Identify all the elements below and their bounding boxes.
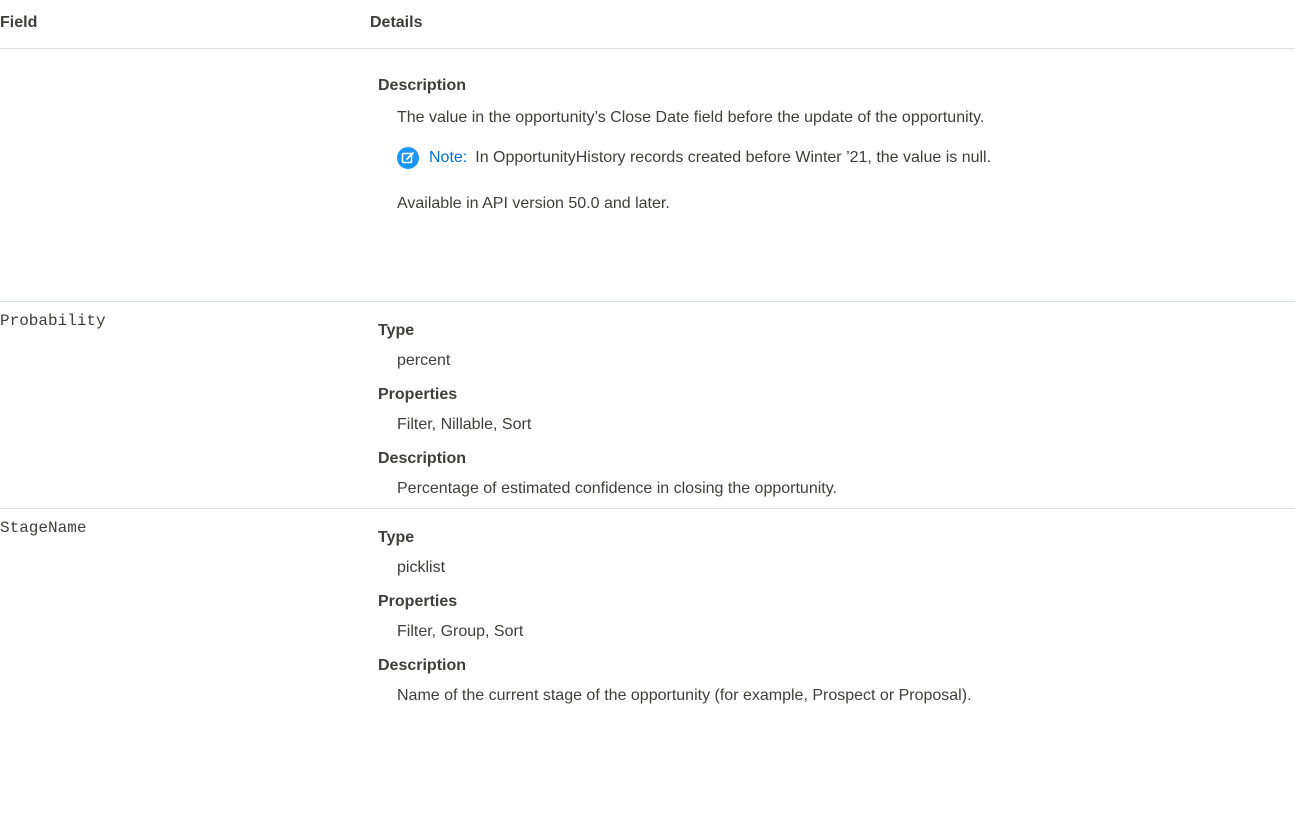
field-details: Type percent Properties Filter, Nillable… (378, 302, 1278, 508)
table-row: Description The value in the opportunity… (0, 49, 1295, 302)
properties-value: Filter, Group, Sort (397, 623, 524, 640)
field-name: StageName (0, 519, 87, 537)
note-text: In OpportunityHistory records created be… (475, 149, 992, 166)
properties-label: Properties (378, 593, 458, 610)
availability-text: Available in API version 50.0 and later. (397, 195, 670, 212)
type-label: Type (378, 529, 415, 546)
table-row: Probability Type percent Properties Filt… (0, 302, 1295, 509)
table-row: StageName Type picklist Properties Filte… (0, 509, 1295, 749)
description-value: Name of the current stage of the opportu… (397, 687, 972, 704)
field-name: Probability (0, 312, 106, 330)
note-callout: Note: In OpportunityHistory records crea… (397, 147, 991, 169)
type-value: picklist (397, 559, 446, 576)
column-header-details: Details (370, 14, 423, 31)
column-header-field: Field (0, 14, 38, 31)
table-header: Field Details (0, 0, 1295, 49)
field-details: Type picklist Properties Filter, Group, … (378, 509, 1278, 749)
note-label: Note: (429, 149, 468, 166)
description-label: Description (378, 657, 467, 674)
field-details: Description The value in the opportunity… (378, 49, 1278, 301)
description-value: The value in the opportunity’s Close Dat… (397, 109, 985, 126)
type-label: Type (378, 322, 415, 339)
description-label: Description (378, 77, 467, 94)
properties-label: Properties (378, 386, 458, 403)
type-value: percent (397, 352, 451, 369)
description-label: Description (378, 450, 467, 467)
description-value: Percentage of estimated confidence in cl… (397, 480, 837, 497)
properties-value: Filter, Nillable, Sort (397, 416, 532, 433)
edit-note-icon (397, 147, 419, 169)
